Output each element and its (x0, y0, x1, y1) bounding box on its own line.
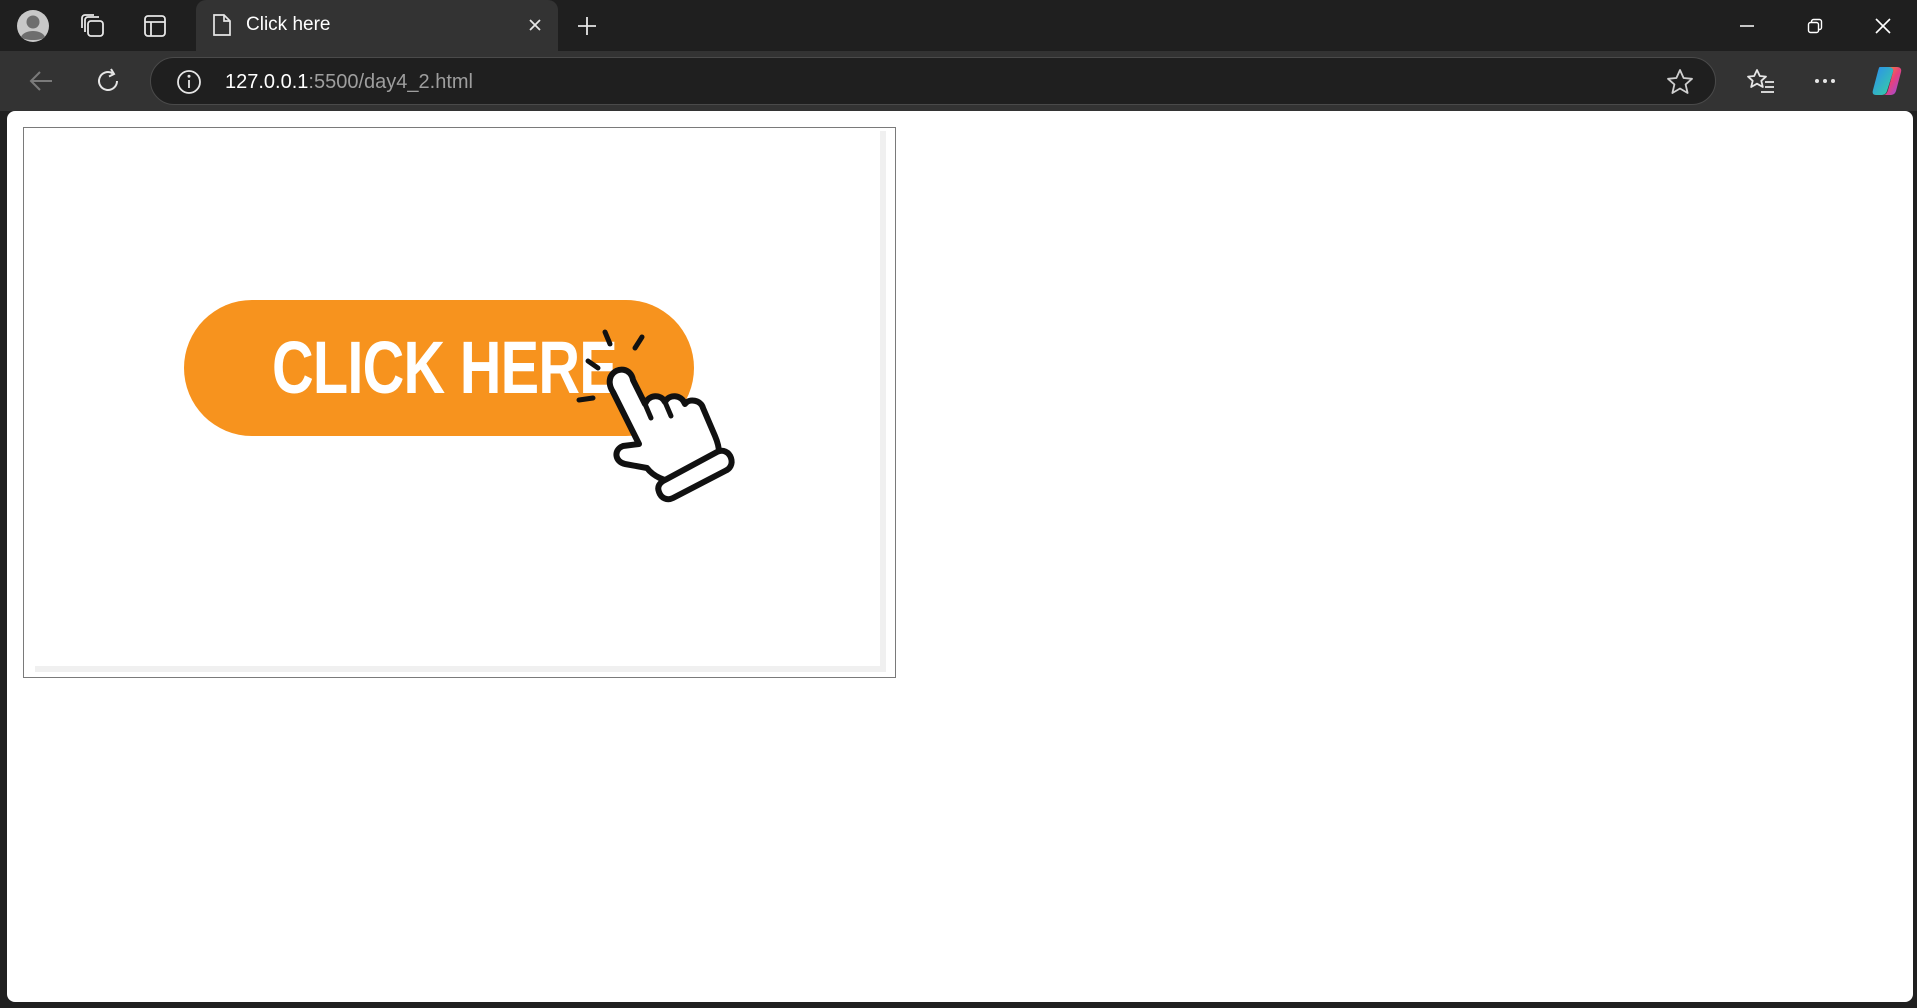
avatar-icon (17, 10, 49, 42)
page-viewport: CLICK HERE (7, 111, 1913, 1002)
pointing-hand-icon (576, 329, 735, 503)
tab-title: Click here (246, 14, 331, 35)
minimize-icon (1740, 24, 1754, 27)
new-tab-button[interactable] (569, 8, 605, 44)
vertical-tabs-icon (144, 15, 166, 37)
plus-icon (578, 17, 596, 35)
star-icon[interactable] (1665, 67, 1695, 97)
copilot-icon (1872, 67, 1902, 95)
click-here-image-frame[interactable]: CLICK HERE (23, 127, 896, 678)
url-path: :5500/day4_2.html (308, 71, 473, 93)
page-icon (213, 14, 231, 36)
active-tab[interactable]: Click here (196, 0, 558, 51)
more-icon (1815, 79, 1835, 83)
minimize-button[interactable] (1713, 0, 1781, 51)
favorites-button[interactable] (1741, 61, 1781, 101)
tab-actions-button[interactable] (137, 8, 173, 44)
address-bar[interactable]: 127.0.0.1:5500/day4_2.html (150, 57, 1716, 105)
window-close-button[interactable] (1849, 0, 1917, 51)
info-icon[interactable] (175, 68, 203, 96)
profile-button[interactable] (15, 8, 51, 44)
refresh-button[interactable] (88, 61, 128, 101)
workspaces-icon (81, 14, 104, 37)
back-button[interactable] (21, 61, 61, 101)
restore-icon (1807, 18, 1823, 33)
tab-close-button[interactable] (522, 12, 548, 38)
restore-button[interactable] (1781, 0, 1849, 51)
more-button[interactable] (1805, 61, 1845, 101)
close-icon (529, 19, 541, 31)
workspaces-button[interactable] (75, 8, 111, 44)
title-bar: Click here (0, 0, 1917, 51)
url-host: 127.0.0.1 (225, 71, 309, 93)
copilot-button[interactable] (1867, 61, 1907, 101)
back-arrow-icon (29, 71, 52, 91)
window-close-icon (1875, 17, 1891, 34)
refresh-icon (98, 68, 118, 91)
click-here-image[interactable]: CLICK HERE (35, 131, 886, 672)
navigation-toolbar: 127.0.0.1:5500/day4_2.html (0, 51, 1917, 111)
browser-window: Click here 127.0.0.1:5500/day4_2.html CL… (0, 0, 1917, 1008)
favorites-icon (1747, 69, 1774, 93)
url-text[interactable]: 127.0.0.1:5500/day4_2.html (225, 70, 473, 94)
